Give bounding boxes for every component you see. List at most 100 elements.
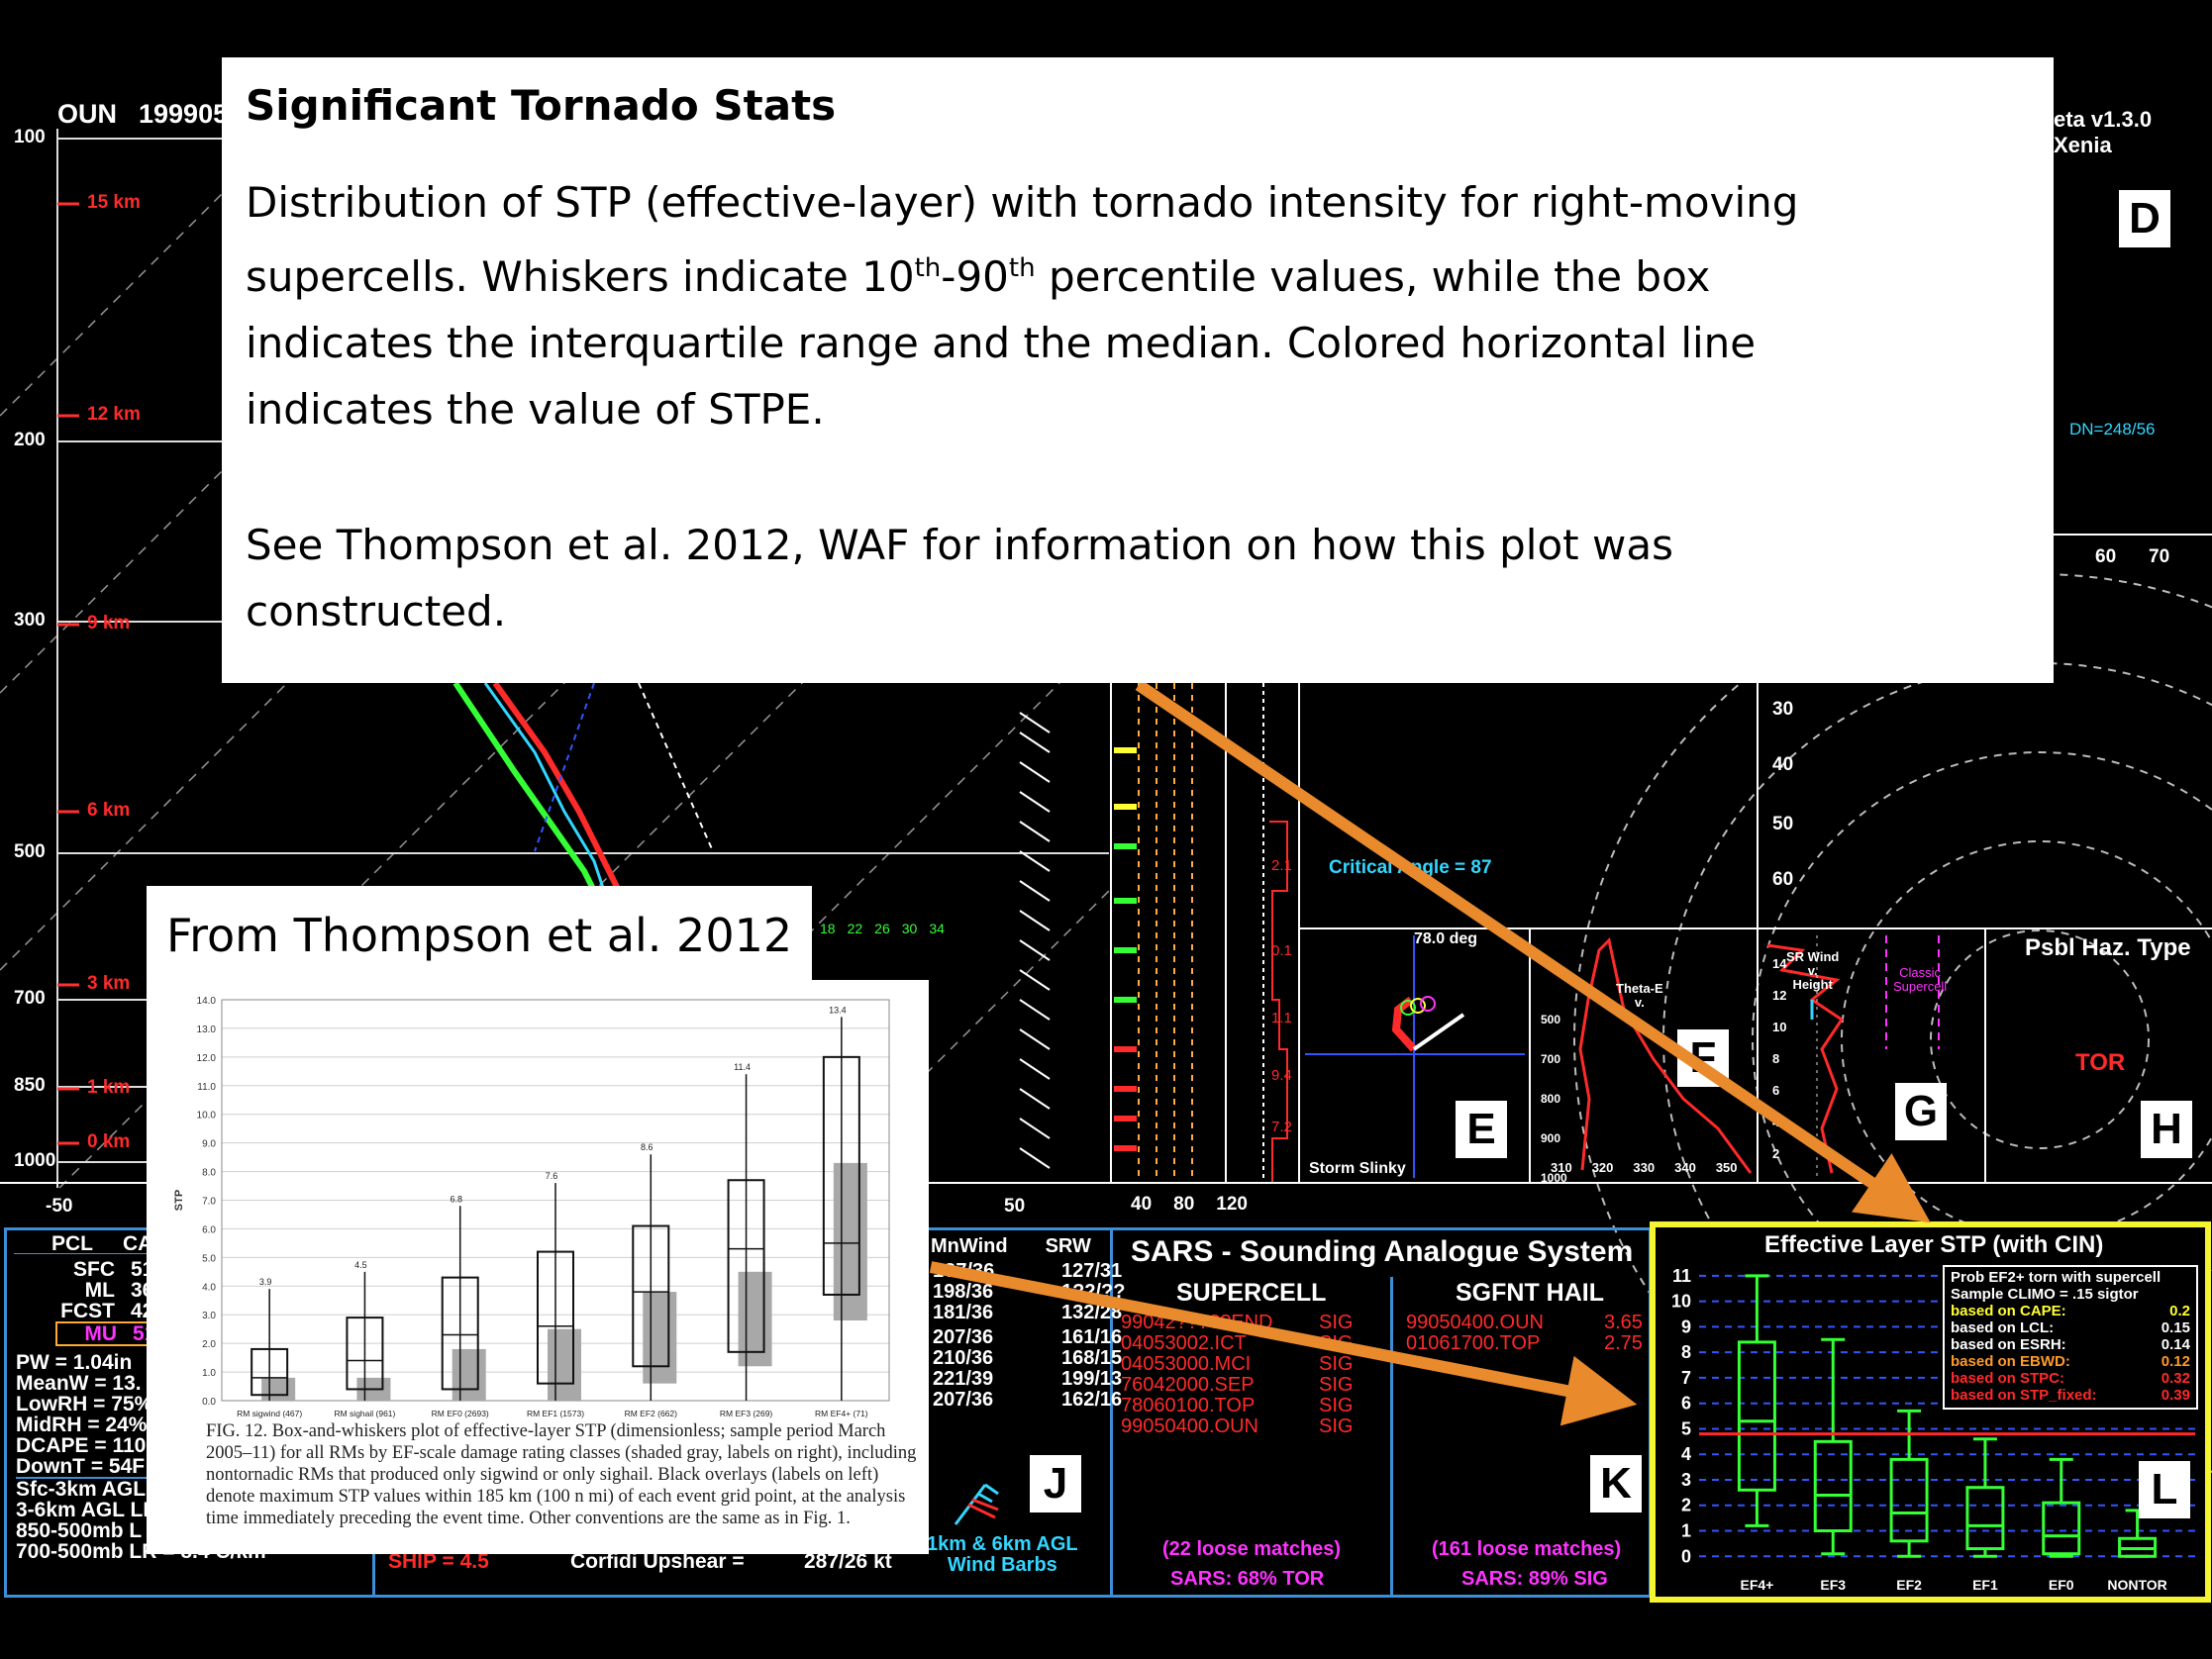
- sars-title: SARS - Sounding Analogue System: [1131, 1235, 1634, 1268]
- classic-label: Classic: [1899, 965, 1942, 980]
- pressure-label-300: 300: [14, 610, 46, 631]
- stp-y-tick: 9: [1681, 1317, 1691, 1336]
- pressure-label-200: 200: [14, 430, 46, 450]
- kinematic-header-cell: MnWind: [931, 1235, 1008, 1257]
- mean-wind: 207/36: [933, 1326, 994, 1348]
- wind-speed-scale: 40 80 120: [1131, 1194, 1248, 1216]
- sr-wind-title-line: v.: [1807, 963, 1818, 978]
- height-label-9km: 9 km: [87, 613, 131, 634]
- pressure-label-850: 850: [14, 1075, 46, 1096]
- hodo-ring-50: 50: [1772, 814, 1794, 834]
- figure-caption: FIG. 12. Box-and-whiskers plot of effect…: [206, 1421, 917, 1528]
- inset-y-tick: 9.0: [202, 1139, 216, 1150]
- sr-wind-y-ticks: 14 12 10 8 6 4 2: [1772, 948, 1786, 1170]
- inset-y-tick: 12.0: [197, 1053, 217, 1064]
- srw: 132/28: [1061, 1302, 1123, 1323]
- prob-label: based on STP_fixed:: [1951, 1387, 2097, 1404]
- supercell-matches: 99042?????END SIG 04053002.ICT SIG 0405300…: [1121, 1313, 1353, 1437]
- stp-box: [2042, 1501, 2081, 1556]
- prob-title: Prob EF2+ torn with supercell: [1951, 1269, 2162, 1286]
- mean-wind: 198/36: [933, 1281, 994, 1303]
- prob-sample: Sample CLIMO = .15 sigtor: [1951, 1286, 2139, 1303]
- slinky-angle: 78.0 deg: [1414, 930, 1478, 947]
- prob-value: 0.14: [2161, 1336, 2190, 1353]
- stp-stack-value: 0.1: [1271, 942, 1292, 959]
- theta-e-x-tick: 340: [1674, 1160, 1696, 1175]
- effective-stp-panel: Effective Layer STP (with CIN) 11 10 9 8 7 6 5…: [1650, 1221, 2211, 1603]
- inset-y-tick: 0.0: [202, 1397, 216, 1408]
- prob-value: 0.32: [2161, 1370, 2190, 1387]
- sr-wind-y-tick: 14: [1772, 956, 1787, 971]
- mean-wind: 1?7/36: [933, 1260, 995, 1282]
- parcel-name: SFC: [73, 1258, 115, 1281]
- prob-row: based on CAPE: 0.2: [1951, 1303, 2190, 1319]
- inset-title: From Thompson et al. 2012: [147, 886, 812, 985]
- info-line: constructed.: [246, 587, 507, 635]
- supercell-match-id: 04053000.MCI: [1121, 1353, 1252, 1375]
- sr-wind-title-line: Height: [1792, 977, 1833, 992]
- temp-axis-label: -50: [46, 1196, 73, 1217]
- supercell-match-class: SIG: [1319, 1332, 1354, 1354]
- software-version: eta v1.3.0 Xenia: [2054, 107, 2153, 157]
- inset-y-tick: 13.0: [197, 1025, 217, 1035]
- info-line: See Thompson et al. 2012, WAF for inform…: [246, 521, 1673, 569]
- stp-y-tick: 4: [1681, 1444, 1691, 1464]
- inset-gray-box: [833, 1162, 867, 1320]
- panel-label-l: L: [2139, 1461, 2190, 1518]
- inset-y-tick: 10.0: [197, 1111, 217, 1122]
- theta-e-y-tick: 500: [1541, 1013, 1561, 1026]
- inset-category-label: RM EF1 (1573): [527, 1409, 584, 1418]
- inset-y-tick: 2.0: [202, 1339, 216, 1350]
- sr-wind-y-tick: 6: [1772, 1083, 1780, 1098]
- inset-y-tick: 1.0: [202, 1368, 216, 1379]
- supercell-match-class: SIG: [1319, 1312, 1354, 1333]
- inset-gray-box: [548, 1328, 581, 1401]
- prob-row: based on STPC: 0.32: [1951, 1370, 2190, 1387]
- inset-category-label: RM EF2 (662): [625, 1409, 678, 1418]
- panel-label-j: J: [1030, 1455, 1081, 1513]
- height-label-1km: 1 km: [87, 1077, 131, 1098]
- theta-e-y-tick: 700: [1541, 1052, 1561, 1066]
- inset-gray-box: [643, 1292, 677, 1384]
- srw: 161/16: [1061, 1326, 1123, 1348]
- inset-y-tick: 7.0: [202, 1197, 216, 1208]
- hazard-type: TOR: [2075, 1049, 2126, 1076]
- supercell-match-id: 78060100.TOP: [1121, 1395, 1256, 1416]
- barb-height-label: 30: [901, 921, 918, 936]
- inset-y-tick: 8.0: [202, 1168, 216, 1179]
- inset-p90-label: 8.6: [641, 1142, 654, 1152]
- srw: 168/15: [1061, 1347, 1123, 1369]
- hodo-ring-30: 30: [1772, 699, 1794, 720]
- barb-height-label: 34: [929, 921, 945, 936]
- supercell-match-class: SIG: [1319, 1395, 1354, 1416]
- sr-wind-y-tick: 8: [1772, 1051, 1780, 1066]
- inset-y-tick: 14.0: [197, 996, 217, 1007]
- inset-y-tick: 3.0: [202, 1311, 216, 1321]
- panel-label-h: H: [2141, 1101, 2192, 1158]
- srw: 1?2/??: [1061, 1281, 1126, 1303]
- hail-loose-matches: (161 loose matches): [1432, 1538, 1622, 1560]
- pressure-label-500: 500: [14, 841, 46, 862]
- supercell-match-id: 99050400.OUN: [1121, 1415, 1258, 1437]
- hodo-tick-70: 70: [2149, 546, 2170, 567]
- slinky-label: Storm Slinky: [1309, 1160, 1406, 1177]
- stp-y-tick: 3: [1681, 1470, 1691, 1490]
- panel-label-g: G: [1895, 1083, 1947, 1140]
- stp-y-tick: 1: [1681, 1521, 1691, 1541]
- mean-wind: 207/36: [933, 1389, 994, 1411]
- temp-axis-label-50: 50: [1004, 1196, 1026, 1217]
- prob-row: based on EBWD: 0.12: [1951, 1353, 2190, 1370]
- hodo-ring-40: 40: [1772, 754, 1794, 775]
- wind-scale-label: 120: [1216, 1194, 1248, 1215]
- theta-e-title: Theta-E v.: [1616, 982, 1663, 1010]
- mean-wind: 181/36: [933, 1302, 994, 1323]
- panel-label-k: K: [1590, 1455, 1642, 1513]
- inset-category-label: RM EF0 (2693): [432, 1409, 489, 1418]
- stp-y-tick: 0: [1681, 1546, 1691, 1566]
- pressure-label-700: 700: [14, 988, 46, 1009]
- stp-y-tick: 2: [1681, 1496, 1691, 1515]
- stp-category-label: EF2: [1896, 1577, 1922, 1593]
- stp-category-label: EF4+: [1740, 1577, 1773, 1593]
- deviant-motion: DN=248/56: [2069, 420, 2156, 439]
- prob-value: 0.2: [2169, 1303, 2190, 1319]
